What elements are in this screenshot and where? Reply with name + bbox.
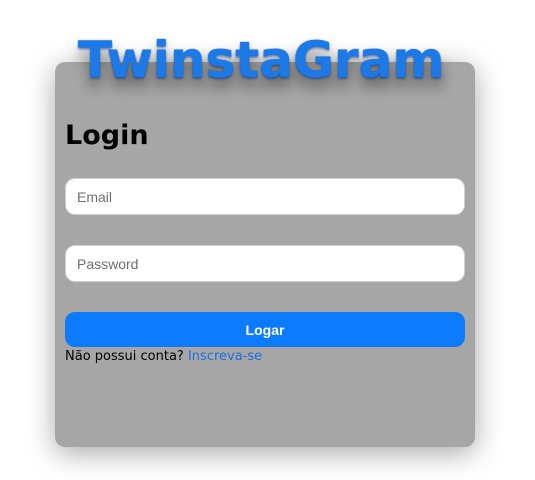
signup-prompt-text: Não possui conta? xyxy=(65,349,184,364)
page-title: Login xyxy=(65,120,149,151)
signup-link[interactable]: Inscreva-se xyxy=(188,349,262,364)
signup-prompt: Não possui conta? Inscreva-se xyxy=(65,349,262,364)
brand-logo: TwinstaGram xyxy=(78,31,445,89)
email-field[interactable] xyxy=(65,178,465,215)
password-field[interactable] xyxy=(65,245,465,282)
login-button[interactable]: Logar xyxy=(65,312,465,347)
